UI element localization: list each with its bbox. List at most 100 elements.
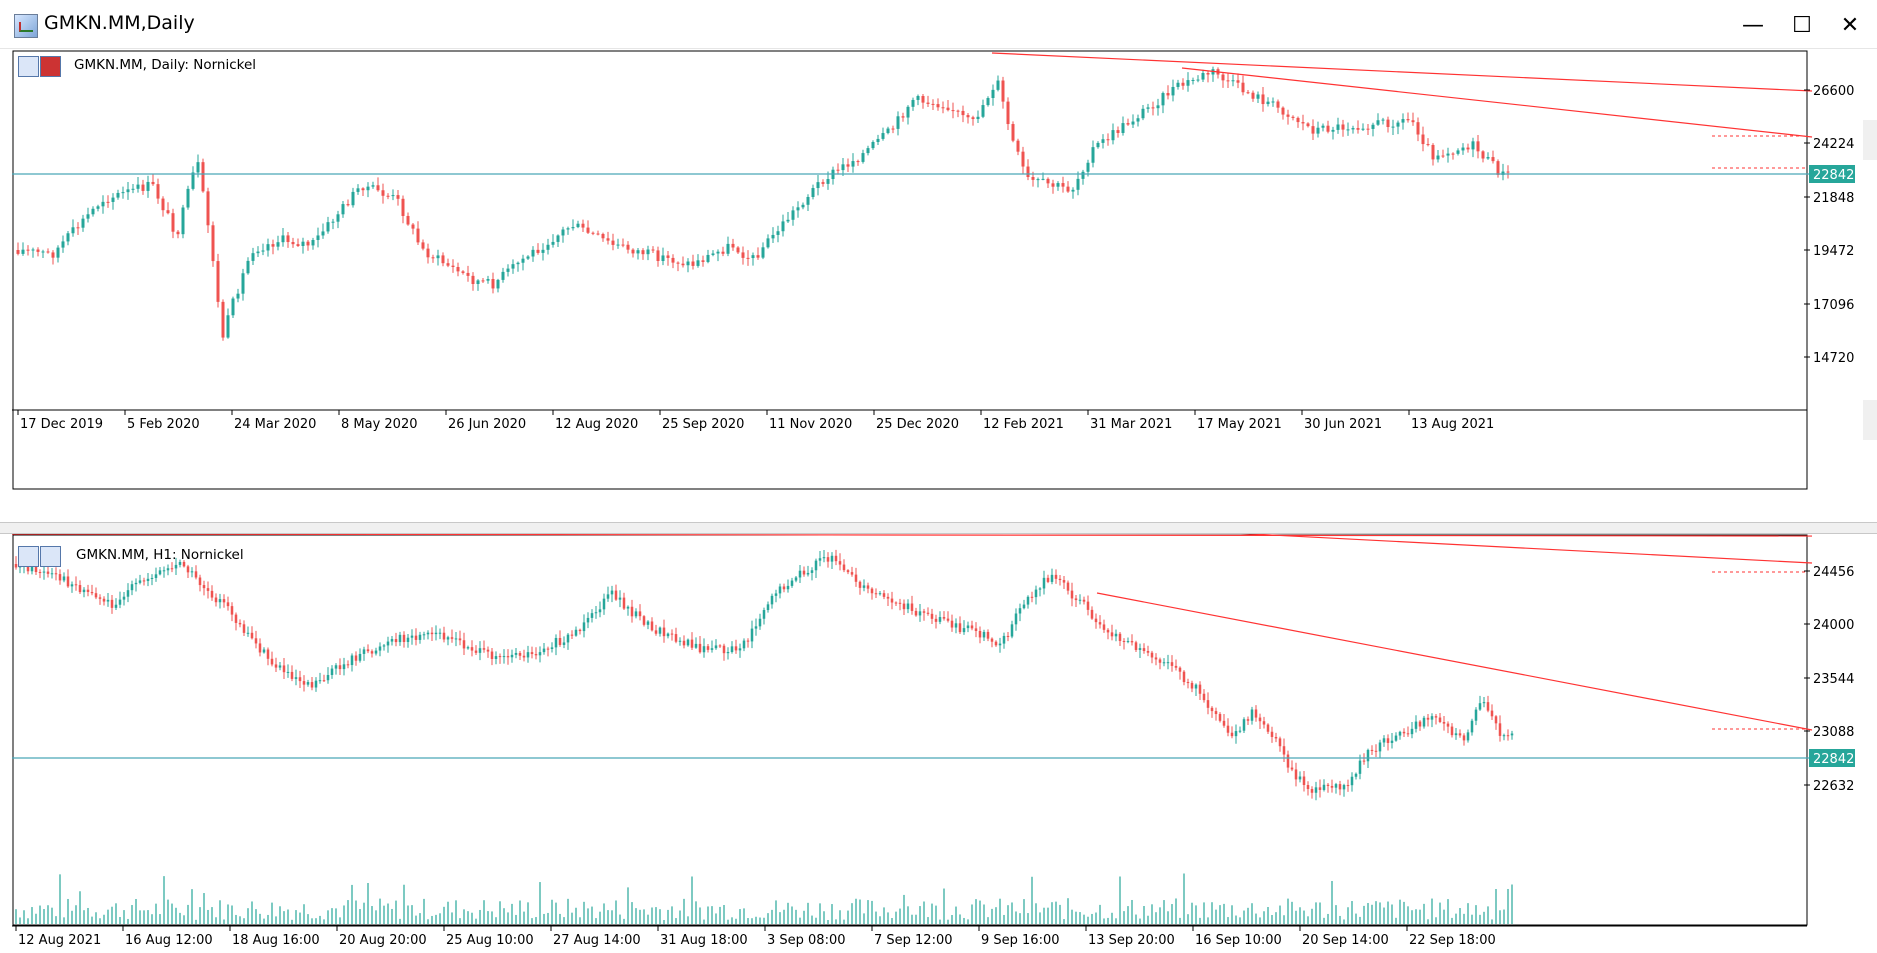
chart-properties-icon[interactable] bbox=[18, 546, 39, 567]
candle-body bbox=[642, 616, 646, 625]
candle-body bbox=[961, 110, 965, 116]
candle-body bbox=[1431, 144, 1435, 160]
candle-body bbox=[1076, 178, 1080, 190]
candle-body bbox=[1051, 183, 1055, 187]
candle-body bbox=[378, 646, 382, 651]
candle-body bbox=[556, 235, 560, 242]
candle-body bbox=[1054, 574, 1058, 579]
candle-body bbox=[291, 242, 295, 245]
close-button[interactable]: ✕ bbox=[1832, 8, 1868, 44]
candle-body bbox=[710, 648, 714, 650]
candle-body bbox=[251, 253, 255, 261]
time-tick-label: 25 Dec 2020 bbox=[876, 417, 959, 432]
expert-icon[interactable] bbox=[40, 56, 61, 77]
candle-body bbox=[461, 271, 465, 273]
candle-body bbox=[681, 263, 685, 266]
candle-body bbox=[578, 629, 582, 632]
time-tick-label: 26 Jun 2020 bbox=[448, 417, 526, 432]
candle-body bbox=[1506, 735, 1510, 737]
candle-body bbox=[756, 255, 760, 258]
candle-body bbox=[1150, 652, 1154, 658]
candle-body bbox=[230, 606, 234, 615]
candle-body bbox=[454, 638, 458, 640]
candle-body bbox=[526, 652, 530, 658]
expert-icon[interactable] bbox=[40, 546, 61, 567]
candle-body bbox=[1201, 73, 1205, 80]
candle-body bbox=[102, 598, 106, 602]
hourly-chart-pane[interactable]: 24456 24000 23544 23088 22632 22842 12 Aug 20… bbox=[12, 534, 1862, 953]
minimize-button[interactable]: — bbox=[1735, 8, 1771, 44]
candle-body bbox=[750, 628, 754, 642]
right-edge-handle[interactable] bbox=[1863, 120, 1877, 160]
candle-body bbox=[736, 247, 740, 253]
candle-body bbox=[722, 645, 726, 654]
candle-body bbox=[362, 649, 366, 654]
candle-body bbox=[718, 645, 722, 647]
candle-body bbox=[426, 248, 430, 258]
daily-chart-pane[interactable]: 26600 24224 21848 19472 17096 14720 22842 17 D… bbox=[12, 50, 1862, 520]
candle-body bbox=[334, 665, 338, 669]
candle-body bbox=[701, 260, 705, 262]
candle-body bbox=[76, 227, 80, 229]
candle-body bbox=[1510, 733, 1514, 736]
candle-body bbox=[1346, 785, 1350, 787]
candle-body bbox=[1334, 784, 1338, 788]
candle-body bbox=[1341, 124, 1345, 130]
candle-body bbox=[271, 244, 275, 247]
candle-body bbox=[331, 221, 335, 223]
candle-body bbox=[1162, 662, 1166, 664]
candle-body bbox=[916, 96, 920, 100]
candle-body bbox=[486, 649, 490, 652]
candle-body bbox=[78, 585, 82, 593]
daily-chart-icons[interactable] bbox=[18, 56, 62, 77]
candle-body bbox=[1170, 662, 1174, 666]
candle-body bbox=[186, 566, 190, 573]
candle-body bbox=[990, 638, 994, 642]
right-edge-handle[interactable] bbox=[1863, 400, 1877, 440]
candle-body bbox=[714, 645, 718, 649]
candle-body bbox=[674, 634, 678, 642]
candle-body bbox=[30, 566, 34, 572]
candle-body bbox=[236, 293, 240, 299]
candle-body bbox=[818, 558, 822, 561]
candle-body bbox=[1071, 189, 1075, 192]
candle-body bbox=[1182, 671, 1186, 683]
candle-body bbox=[58, 574, 62, 581]
candle-body bbox=[366, 186, 370, 191]
candle-body bbox=[861, 153, 865, 162]
candle-body bbox=[946, 107, 950, 111]
candle-body bbox=[414, 635, 418, 640]
candle-body bbox=[174, 564, 178, 569]
candle-body bbox=[90, 592, 94, 594]
window-title: GMKN.MM,Daily bbox=[44, 12, 195, 34]
candle-body bbox=[1001, 80, 1005, 102]
hourly-chart-icons[interactable] bbox=[18, 546, 62, 567]
candle-body bbox=[1082, 599, 1086, 602]
time-tick-label: 5 Feb 2020 bbox=[127, 417, 200, 432]
title-bar[interactable]: GMKN.MM,Daily — ☐ ✕ bbox=[0, 0, 1877, 49]
candle-body bbox=[391, 195, 395, 197]
candle-body bbox=[1396, 122, 1400, 127]
candle-body bbox=[226, 315, 230, 338]
candle-body bbox=[594, 612, 598, 614]
candle-body bbox=[586, 617, 590, 623]
maximize-button[interactable]: ☐ bbox=[1784, 8, 1820, 44]
candle-body bbox=[1402, 731, 1406, 734]
chart-properties-icon[interactable] bbox=[18, 56, 39, 77]
candle-body bbox=[1502, 735, 1506, 737]
daily-chart-canvas[interactable]: 26600 24224 21848 19472 17096 14720 22842 17 D… bbox=[12, 50, 1862, 520]
candle-body bbox=[114, 604, 118, 608]
candle-body bbox=[1231, 80, 1235, 82]
pane-divider[interactable] bbox=[0, 522, 1877, 534]
candle-body bbox=[1242, 719, 1246, 731]
candle-body bbox=[194, 571, 198, 578]
hourly-chart-canvas[interactable]: 24456 24000 23544 23088 22632 22842 12 Aug 20… bbox=[12, 534, 1862, 953]
candle-body bbox=[1470, 720, 1474, 733]
candle-body bbox=[531, 249, 535, 257]
candle-body bbox=[646, 621, 650, 625]
hourly-candles bbox=[14, 549, 1514, 801]
candle-body bbox=[1314, 787, 1318, 793]
candle-body bbox=[786, 585, 790, 590]
candle-body bbox=[1426, 144, 1430, 146]
candle-body bbox=[1466, 147, 1470, 150]
